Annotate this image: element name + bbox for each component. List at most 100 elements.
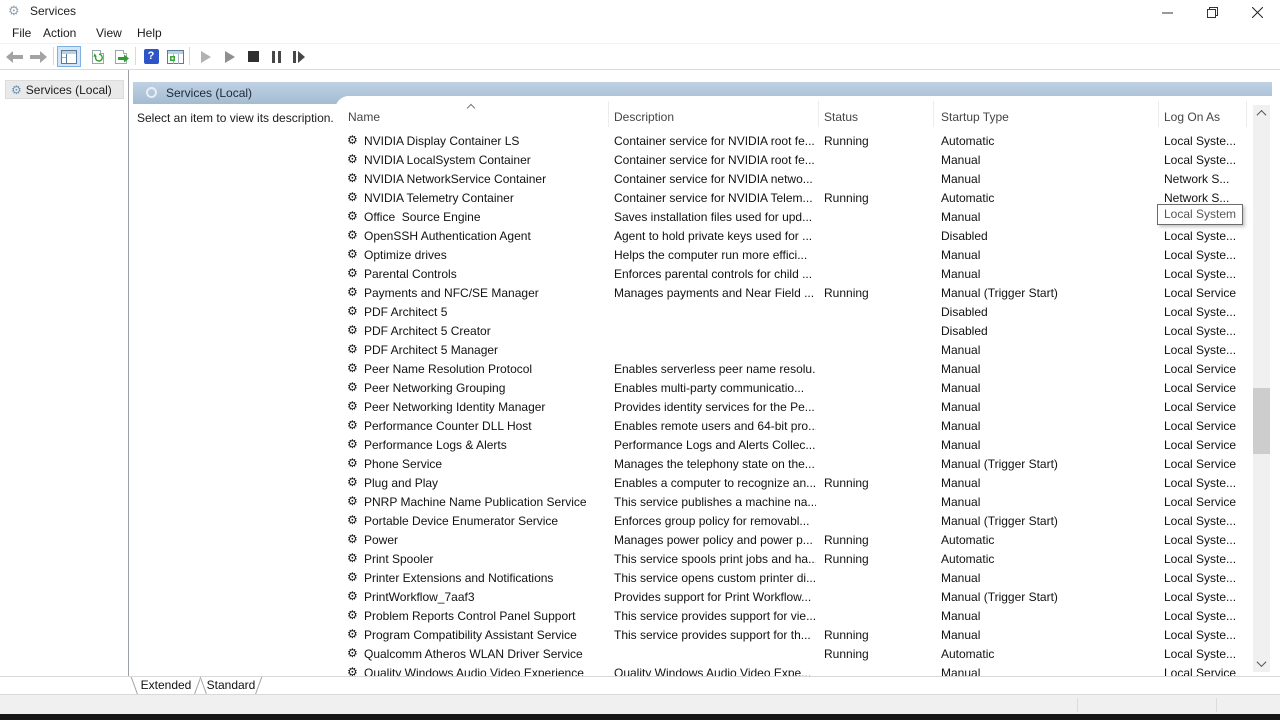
- service-logon: Local Service: [1164, 666, 1252, 676]
- service-gear-icon: ⚙: [347, 343, 358, 355]
- service-name: Peer Name Resolution Protocol: [364, 362, 607, 376]
- service-name: Peer Networking Grouping: [364, 381, 607, 395]
- table-row[interactable]: ⚙ Peer Networking Grouping Enables multi…: [335, 378, 1255, 397]
- properties-button[interactable]: [163, 46, 187, 67]
- table-row[interactable]: ⚙ Printer Extensions and Notifications T…: [335, 568, 1255, 587]
- service-name: PDF Architect 5: [364, 305, 607, 319]
- table-row[interactable]: ⚙ Plug and Play Enables a computer to re…: [335, 473, 1255, 492]
- back-arrow-icon: [6, 51, 23, 63]
- restart-service-button[interactable]: [287, 46, 311, 67]
- table-row[interactable]: ⚙ Quality Windows Audio Video Experience…: [335, 663, 1255, 676]
- table-row[interactable]: ⚙ Peer Name Resolution Protocol Enables …: [335, 359, 1255, 378]
- table-row[interactable]: ⚙ PNRP Machine Name Publication Service …: [335, 492, 1255, 511]
- scroll-down-button[interactable]: [1253, 655, 1270, 672]
- menu-file[interactable]: File: [6, 25, 37, 42]
- service-name: Parental Controls: [364, 267, 607, 281]
- service-gear-icon: ⚙: [347, 609, 358, 621]
- service-name: Problem Reports Control Panel Support: [364, 609, 607, 623]
- table-row[interactable]: ⚙ PDF Architect 5 Creator Disabled Local…: [335, 321, 1255, 340]
- service-logon: Local Syste...: [1164, 229, 1252, 243]
- table-row[interactable]: ⚙ NVIDIA NetworkService Container Contai…: [335, 169, 1255, 188]
- service-description: Agent to hold private keys used for ...: [614, 229, 816, 243]
- table-row[interactable]: ⚙ PrintWorkflow_7aaf3 Provides support f…: [335, 587, 1255, 606]
- description-hint: Select an item to view its description.: [137, 111, 334, 125]
- service-gear-icon: ⚙: [347, 362, 358, 374]
- scrollbar-thumb[interactable]: [1253, 388, 1270, 454]
- service-description: Container service for NVIDIA Telem...: [614, 191, 816, 205]
- pause-service-button[interactable]: [264, 46, 288, 67]
- service-name: Quality Windows Audio Video Experience: [364, 666, 607, 676]
- service-startup: Manual: [941, 495, 1146, 509]
- services-list-panel: Name Description Status Startup Type Log…: [335, 96, 1272, 676]
- table-row[interactable]: ⚙ Performance Counter DLL Host Enables r…: [335, 416, 1255, 435]
- service-name: NVIDIA Telemetry Container: [364, 191, 607, 205]
- service-status: Running: [824, 647, 919, 661]
- help-icon: ?: [144, 49, 159, 64]
- service-gear-icon: ⚙: [347, 210, 358, 222]
- table-row[interactable]: ⚙ Qualcomm Atheros WLAN Driver Service R…: [335, 644, 1255, 663]
- service-logon: Local Syste...: [1164, 552, 1252, 566]
- table-row[interactable]: ⚙ NVIDIA Telemetry Container Container s…: [335, 188, 1255, 207]
- service-startup: Manual: [941, 609, 1146, 623]
- service-description: Manages the telephony state on the...: [614, 457, 816, 471]
- back-button[interactable]: [2, 46, 26, 67]
- restore-button[interactable]: [1190, 0, 1235, 24]
- table-row[interactable]: ⚙ Office Source Engine Saves installatio…: [335, 207, 1255, 226]
- service-startup: Manual: [941, 172, 1146, 186]
- refresh-button[interactable]: [86, 46, 110, 67]
- panel-header-title: Services (Local): [166, 86, 252, 100]
- minimize-button[interactable]: [1145, 0, 1190, 24]
- service-logon: Local Service: [1164, 438, 1252, 452]
- table-row[interactable]: ⚙ Phone Service Manages the telephony st…: [335, 454, 1255, 473]
- export-list-button[interactable]: [109, 46, 133, 67]
- service-name: Qualcomm Atheros WLAN Driver Service: [364, 647, 607, 661]
- export-list-icon: [115, 50, 127, 64]
- service-description: Manages payments and Near Field ...: [614, 286, 816, 300]
- service-startup: Manual: [941, 362, 1146, 376]
- menu-view[interactable]: View: [90, 25, 128, 42]
- table-row[interactable]: ⚙ Optimize drives Helps the computer run…: [335, 245, 1255, 264]
- service-description: Container service for NVIDIA root fe...: [614, 134, 816, 148]
- play-service-button[interactable]: [218, 46, 242, 67]
- table-row[interactable]: ⚙ Parental Controls Enforces parental co…: [335, 264, 1255, 283]
- service-name: NVIDIA NetworkService Container: [364, 172, 607, 186]
- table-row[interactable]: ⚙ Program Compatibility Assistant Servic…: [335, 625, 1255, 644]
- service-description: Saves installation files used for upd...: [614, 210, 816, 224]
- service-logon: Local Syste...: [1164, 647, 1252, 661]
- tab-standard[interactable]: Standard: [200, 677, 262, 695]
- sidebar-item-services-local[interactable]: ⚙ Services (Local): [5, 80, 124, 99]
- service-logon: Local Service: [1164, 495, 1252, 509]
- close-button[interactable]: [1235, 0, 1280, 24]
- forward-button[interactable]: [26, 46, 50, 67]
- table-row[interactable]: ⚙ PDF Architect 5 Disabled Local Syste..…: [335, 302, 1255, 321]
- scroll-up-button[interactable]: [1253, 105, 1270, 122]
- table-row[interactable]: ⚙ NVIDIA Display Container LS Container …: [335, 131, 1255, 150]
- table-row[interactable]: ⚙ Problem Reports Control Panel Support …: [335, 606, 1255, 625]
- pause-service-icon: [272, 51, 281, 63]
- service-gear-icon: ⚙: [347, 153, 358, 165]
- help-button[interactable]: ?: [139, 46, 163, 67]
- table-row[interactable]: ⚙ NVIDIA LocalSystem Container Container…: [335, 150, 1255, 169]
- stop-service-button[interactable]: [241, 46, 265, 67]
- menu-action[interactable]: Action: [37, 25, 82, 42]
- table-row[interactable]: ⚙ PDF Architect 5 Manager Manual Local S…: [335, 340, 1255, 359]
- table-row[interactable]: ⚙ Power Manages power policy and power p…: [335, 530, 1255, 549]
- table-row[interactable]: ⚙ Payments and NFC/SE Manager Manages pa…: [335, 283, 1255, 302]
- table-row[interactable]: ⚙ Performance Logs & Alerts Performance …: [335, 435, 1255, 454]
- toolbar: ?: [0, 44, 1280, 70]
- start-service-button[interactable]: [194, 46, 218, 67]
- table-row[interactable]: ⚙ Portable Device Enumerator Service Enf…: [335, 511, 1255, 530]
- forward-arrow-icon: [30, 51, 47, 63]
- refresh-icon: [92, 50, 104, 64]
- service-gear-icon: ⚙: [347, 514, 358, 526]
- service-name: Printer Extensions and Notifications: [364, 571, 607, 585]
- table-row[interactable]: ⚙ OpenSSH Authentication Agent Agent to …: [335, 226, 1255, 245]
- menu-help[interactable]: Help: [131, 25, 168, 42]
- tab-extended[interactable]: Extended: [131, 677, 201, 695]
- table-row[interactable]: ⚙ Peer Networking Identity Manager Provi…: [335, 397, 1255, 416]
- service-name: Program Compatibility Assistant Service: [364, 628, 607, 642]
- vertical-scrollbar[interactable]: [1253, 105, 1270, 672]
- service-gear-icon: ⚙: [347, 248, 358, 260]
- table-row[interactable]: ⚙ Print Spooler This service spools prin…: [335, 549, 1255, 568]
- show-hide-console-tree-button[interactable]: [57, 46, 81, 67]
